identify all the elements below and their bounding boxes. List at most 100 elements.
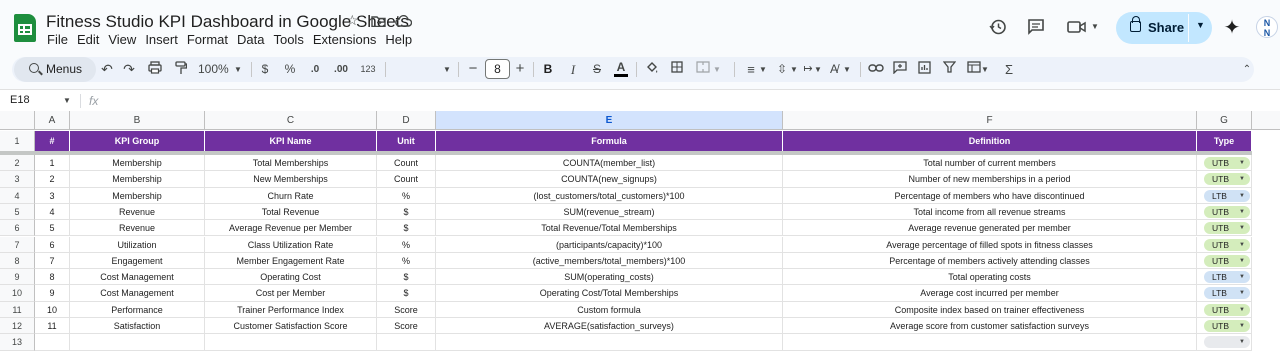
cell-unit[interactable]: Score	[377, 318, 436, 335]
cell-definition[interactable]	[783, 334, 1197, 351]
menu-insert[interactable]: Insert	[145, 32, 178, 47]
filter-icon[interactable]	[941, 61, 957, 78]
cell-definition[interactable]: Number of new memberships in a period	[783, 171, 1197, 188]
cell-number[interactable]: 4	[35, 203, 70, 221]
valign-dropdown-icon[interactable]: ▼	[789, 61, 799, 78]
type-dropdown-chip[interactable]: UTB ▼	[1204, 222, 1250, 235]
spreadsheet-grid[interactable]: A B C D E F G 1 # KPI Group KPI Name Uni…	[0, 111, 1280, 354]
cell-type[interactable]: UTB ▼	[1197, 252, 1252, 270]
column-header-a[interactable]: A	[35, 111, 70, 130]
type-dropdown-chip[interactable]: UTB ▼	[1204, 254, 1250, 267]
row-header-6[interactable]: 6	[0, 220, 35, 237]
cell-type[interactable]: UTB ▼	[1197, 236, 1252, 253]
chip-dropdown-icon[interactable]: ▼	[1239, 304, 1245, 316]
borders-icon[interactable]	[669, 61, 685, 78]
gemini-sparkle-icon[interactable]: ✦	[1221, 16, 1243, 39]
header-cell-number[interactable]: #	[35, 131, 70, 151]
row-header-8[interactable]: 8	[0, 252, 35, 270]
functions-button[interactable]: Σ	[1002, 61, 1016, 78]
cell-unit[interactable]: $	[377, 285, 436, 302]
cell-definition[interactable]: Average score from customer satisfaction…	[783, 318, 1197, 335]
cell-unit[interactable]: %	[377, 187, 436, 204]
wrap-dropdown-icon[interactable]: ▼	[813, 61, 823, 78]
cell-kpi-group[interactable]: Performance	[70, 301, 205, 318]
row-header-13[interactable]: 13	[0, 334, 35, 351]
cell-kpi-group[interactable]: Cost Management	[70, 269, 205, 286]
cell-type[interactable]: UTB ▼	[1197, 155, 1252, 172]
type-dropdown-chip[interactable]: UTB ▼	[1204, 303, 1250, 316]
chip-dropdown-icon[interactable]: ▼	[1239, 239, 1245, 251]
percent-format-button[interactable]: %	[283, 61, 297, 78]
cell-number[interactable]: 5	[35, 220, 70, 237]
cell-kpi-name[interactable]: Operating Cost	[205, 269, 377, 286]
cell-type[interactable]: UTB ▼	[1197, 203, 1252, 221]
meet-dropdown-icon[interactable]: ▼	[1091, 22, 1099, 31]
chip-dropdown-icon[interactable]: ▼	[1239, 255, 1245, 267]
vertical-align-icon[interactable]: ⇳	[775, 61, 789, 78]
type-dropdown-chip[interactable]: UTB ▼	[1204, 205, 1250, 218]
horizontal-align-icon[interactable]: ≡	[743, 61, 759, 78]
star-icon[interactable]: ☆	[346, 12, 359, 29]
merge-dropdown-icon[interactable]: ▼	[712, 61, 722, 78]
row-header-1[interactable]: 1	[0, 131, 35, 152]
cell-kpi-name[interactable]: Customer Satisfaction Score	[205, 318, 377, 335]
cell-definition[interactable]: Total number of current members	[783, 155, 1197, 172]
cell-type[interactable]: LTB ▼	[1197, 285, 1252, 302]
font-size-input[interactable]: 8	[485, 59, 510, 79]
cell-formula[interactable]	[436, 334, 783, 351]
cell-unit[interactable]: Count	[377, 155, 436, 172]
name-box-dropdown-icon[interactable]: ▼	[63, 96, 71, 105]
insert-chart-icon[interactable]	[916, 61, 932, 78]
cell-number[interactable]: 3	[35, 187, 70, 204]
redo-icon[interactable]: ↷	[122, 61, 136, 78]
zoom-level[interactable]: 100%	[198, 61, 229, 78]
row-header-12[interactable]: 12	[0, 318, 35, 335]
cell-formula[interactable]: Operating Cost/Total Memberships	[436, 285, 783, 302]
print-icon[interactable]	[147, 61, 163, 78]
column-header-g[interactable]: G	[1197, 111, 1252, 130]
row-header-9[interactable]: 9	[0, 269, 35, 286]
cell-formula[interactable]: (lost_customers/total_customers)*100	[436, 187, 783, 204]
type-dropdown-chip[interactable]: UTB ▼	[1204, 320, 1250, 332]
avatar[interactable]: NN	[1256, 16, 1278, 38]
header-cell-definition[interactable]: Definition	[783, 131, 1197, 151]
type-dropdown-chip[interactable]: LTB ▼	[1204, 189, 1250, 202]
chip-dropdown-icon[interactable]: ▼	[1239, 173, 1245, 185]
cell-number[interactable]: 9	[35, 285, 70, 302]
cell-formula[interactable]: Custom formula	[436, 301, 783, 318]
cell-definition[interactable]: Composite index based on trainer effecti…	[783, 301, 1197, 318]
type-dropdown-chip[interactable]: UTB ▼	[1204, 238, 1250, 251]
chip-dropdown-icon[interactable]: ▼	[1239, 336, 1245, 348]
cell-kpi-group[interactable]: Utilization	[70, 236, 205, 253]
merge-cells-icon[interactable]	[695, 61, 711, 78]
cell-definition[interactable]: Average percentage of filled spots in fi…	[783, 236, 1197, 253]
cell-type[interactable]: LTB ▼	[1197, 187, 1252, 204]
chip-dropdown-icon[interactable]: ▼	[1239, 287, 1245, 299]
currency-format-button[interactable]: $	[259, 61, 271, 78]
cell-kpi-name[interactable]: Class Utilization Rate	[205, 236, 377, 253]
cell-number[interactable]: 7	[35, 252, 70, 270]
menu-file[interactable]: File	[47, 32, 68, 47]
cell-type[interactable]: UTB ▼	[1197, 171, 1252, 188]
strikethrough-icon[interactable]: S	[590, 61, 604, 78]
cell-formula[interactable]: (participants/capacity)*100	[436, 236, 783, 253]
cell-definition[interactable]: Average revenue generated per member	[783, 220, 1197, 237]
header-cell-type[interactable]: Type	[1197, 131, 1252, 151]
cell-number[interactable]: 10	[35, 301, 70, 318]
cell-type[interactable]: ▼	[1197, 334, 1252, 351]
font-family-select[interactable]	[392, 61, 442, 78]
cell-kpi-group[interactable]: Revenue	[70, 203, 205, 221]
cell-unit[interactable]: Count	[377, 171, 436, 188]
header-cell-formula[interactable]: Formula	[436, 131, 783, 151]
decrease-font-size-icon[interactable]: −	[467, 61, 479, 78]
cell-kpi-group[interactable]: Satisfaction	[70, 318, 205, 335]
row-header-5[interactable]: 5	[0, 203, 35, 221]
cell-definition[interactable]: Total operating costs	[783, 269, 1197, 286]
cell-type[interactable]: UTB ▼	[1197, 301, 1252, 318]
cell-kpi-group[interactable]: Membership	[70, 187, 205, 204]
cell-kpi-group[interactable]: Membership	[70, 155, 205, 172]
cell-kpi-name[interactable]: Total Memberships	[205, 155, 377, 172]
menu-edit[interactable]: Edit	[77, 32, 99, 47]
header-cell-kpi-group[interactable]: KPI Group	[70, 131, 205, 151]
column-header-c[interactable]: C	[205, 111, 377, 130]
